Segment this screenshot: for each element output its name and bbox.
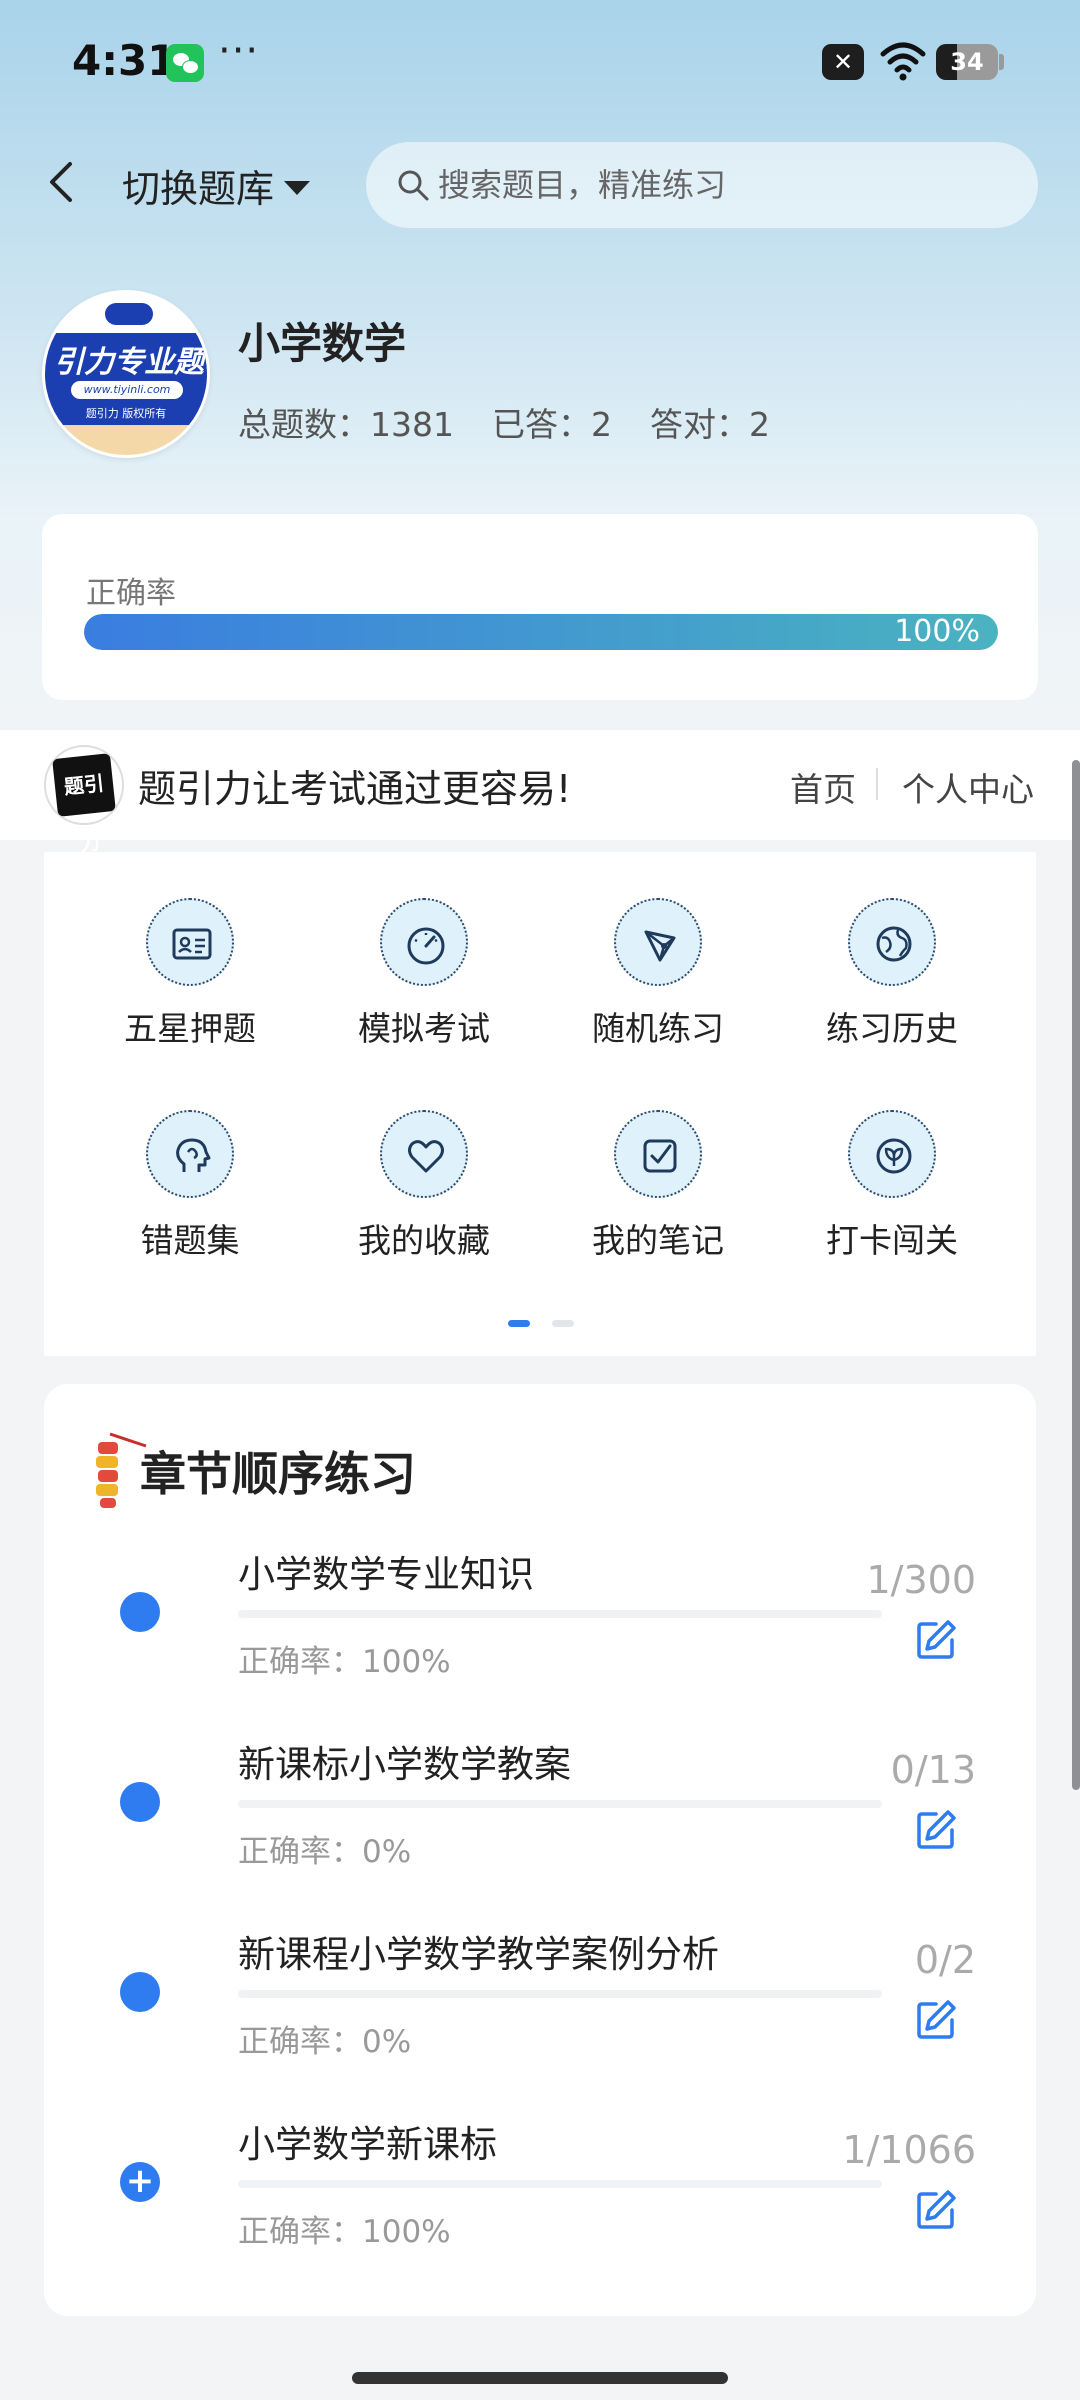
total-questions: 总题数：1381 — [238, 405, 454, 444]
wifi-icon — [880, 42, 926, 81]
grid-label: 随机练习 — [592, 1009, 724, 1048]
accuracy-card — [42, 514, 1038, 700]
chapter-name: 新课程小学数学教学案例分析 — [238, 1933, 719, 1976]
grid-label: 练习历史 — [826, 1009, 958, 1048]
leaf-badge-icon — [848, 1110, 936, 1198]
chapter-row[interactable]: + 小学数学新课标 正确率：100% 1/1066 — [44, 2100, 1036, 2290]
chapter-row[interactable]: 新课标小学数学教案 正确率：0% 0/13 — [44, 1720, 1036, 1910]
scrollbar[interactable] — [1072, 760, 1080, 1790]
chapter-marker-dot — [120, 1972, 160, 2012]
promo-logo: 题引力 — [44, 745, 124, 856]
accuracy-value: 100% — [894, 614, 980, 649]
firecracker-icon — [96, 1432, 147, 1508]
promo-logo-text: 题引力 — [52, 753, 116, 856]
nav-profile-link[interactable]: 个人中心 — [902, 763, 1034, 811]
chapter-count: 0/13 — [890, 1748, 976, 1792]
subject-logo: 引力专业题 www.tiyinli.com 题引力 版权所有 — [42, 290, 210, 458]
id-card-icon — [146, 898, 234, 986]
switch-bank-label: 切换题库 — [122, 167, 275, 211]
grid-label: 我的笔记 — [592, 1221, 724, 1260]
edit-icon[interactable] — [914, 1808, 958, 1852]
back-arrow-icon[interactable] — [44, 160, 80, 204]
wechat-icon — [166, 44, 204, 82]
more-notifications-icon: ··· — [218, 28, 260, 74]
promo-slogan: 题引力让考试通过更容易! — [138, 767, 572, 811]
status-time: 4:31 — [72, 36, 177, 85]
accuracy-progress-fill — [84, 614, 998, 650]
grid-label: 我的收藏 — [358, 1221, 490, 1260]
page-indicator-inactive — [552, 1320, 574, 1327]
chapter-accuracy: 正确率：100% — [238, 1644, 451, 1680]
search-input[interactable] — [438, 166, 998, 204]
home-indicator[interactable] — [352, 2372, 728, 2384]
chapter-progress-track — [238, 1610, 882, 1618]
chapter-progress-track — [238, 2180, 882, 2188]
chapter-accuracy: 正确率：0% — [238, 1834, 412, 1870]
accuracy-label: 正确率 — [86, 576, 176, 611]
grid-item-wrong-questions[interactable]: 错题集 — [90, 1110, 290, 1262]
grid-item-checkin[interactable]: 打卡闯关 — [792, 1110, 992, 1262]
chapter-progress-track — [238, 1990, 882, 1998]
battery-level: 34 — [950, 48, 984, 76]
chapter-expand-plus-icon[interactable]: + — [120, 2162, 160, 2202]
note-check-icon — [614, 1110, 702, 1198]
logo-slogan: 引力专业题 — [54, 345, 204, 380]
head-icon — [146, 1110, 234, 1198]
search-icon — [398, 170, 429, 201]
switch-bank-button[interactable]: 切换题库 — [122, 158, 311, 213]
battery-tip — [999, 54, 1004, 70]
chapter-progress-track — [238, 1800, 882, 1808]
logo-url: www.tiyinli.com — [71, 381, 183, 399]
subject-title: 小学数学 — [238, 319, 407, 368]
grid-label: 打卡闯关 — [826, 1221, 958, 1260]
chapter-section-title: 章节顺序练习 — [140, 1447, 416, 1501]
chapter-row[interactable]: 新课程小学数学教学案例分析 正确率：0% 0/2 — [44, 1910, 1036, 2100]
logo-rights: 题引力 版权所有 — [85, 407, 167, 420]
grid-label: 错题集 — [140, 1221, 240, 1260]
grid-label: 五星押题 — [124, 1009, 256, 1048]
accuracy-progress-bar: 100% — [84, 614, 998, 650]
logo-bottom — [45, 425, 207, 455]
globe-icon — [848, 898, 936, 986]
page-indicator-active — [508, 1320, 530, 1327]
chapter-count: 1/1066 — [842, 2128, 976, 2172]
subject-stats: 总题数：1381 已答：2 答对：2 — [238, 398, 808, 446]
logo-topmark — [105, 303, 153, 325]
close-badge-icon: ✕ — [822, 44, 864, 80]
edit-icon[interactable] — [914, 1998, 958, 2042]
grid-item-five-star[interactable]: 五星押题 — [90, 898, 290, 1050]
chapter-name: 新课标小学数学教案 — [238, 1743, 571, 1786]
chapter-name: 小学数学新课标 — [238, 2123, 497, 2166]
grid-item-history[interactable]: 练习历史 — [792, 898, 992, 1050]
battery-icon: 34 — [936, 44, 998, 80]
feature-grid: 五星押题 模拟考试 随机练习 练习历史 错题集 我的收藏 我的笔记 打卡闯关 — [44, 852, 1036, 1356]
grid-label: 模拟考试 — [358, 1009, 490, 1048]
grid-item-notes[interactable]: 我的笔记 — [558, 1110, 758, 1262]
caret-down-icon — [284, 180, 311, 195]
random-node-icon — [614, 898, 702, 986]
chapter-marker-dot — [120, 1782, 160, 1822]
chapter-accuracy: 正确率：100% — [238, 2214, 451, 2250]
answered-count: 已答：2 — [491, 405, 612, 444]
chapter-accuracy: 正确率：0% — [238, 2024, 412, 2060]
heart-icon — [380, 1110, 468, 1198]
correct-count: 答对：2 — [649, 405, 770, 444]
edit-icon[interactable] — [914, 1618, 958, 1662]
chapter-count: 0/2 — [914, 1938, 976, 1982]
grid-item-mock-exam[interactable]: 模拟考试 — [324, 898, 524, 1050]
gauge-icon — [380, 898, 468, 986]
nav-divider — [876, 768, 878, 800]
chapter-row[interactable]: 小学数学专业知识 正确率：100% 1/300 — [44, 1530, 1036, 1720]
chapter-name: 小学数学专业知识 — [238, 1553, 534, 1596]
chapter-count: 1/300 — [866, 1558, 976, 1602]
search-bar[interactable] — [366, 142, 1038, 228]
chapter-marker-dot — [120, 1592, 160, 1632]
edit-icon[interactable] — [914, 2188, 958, 2232]
grid-item-random-practice[interactable]: 随机练习 — [558, 898, 758, 1050]
nav-home-link[interactable]: 首页 — [790, 763, 856, 811]
grid-item-favorites[interactable]: 我的收藏 — [324, 1110, 524, 1262]
